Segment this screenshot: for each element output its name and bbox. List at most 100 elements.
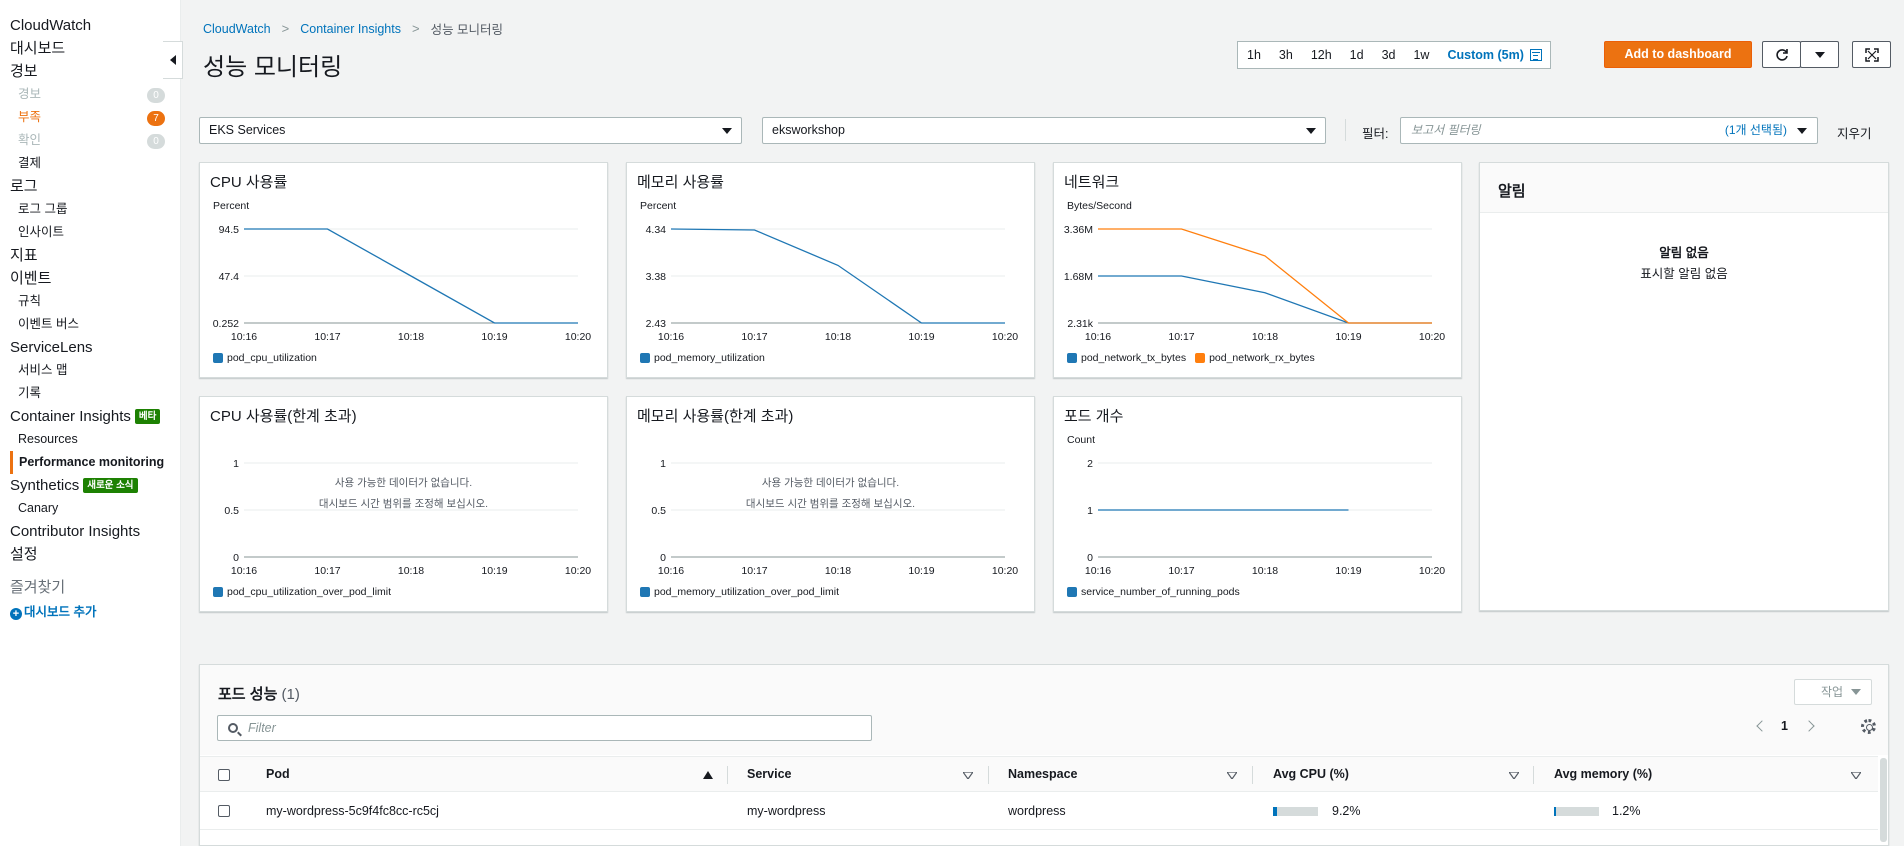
chevron-left-icon[interactable] [1756,720,1768,732]
breadcrumb-cloudwatch[interactable]: CloudWatch [203,22,271,36]
widget-memory-over-limit[interactable]: 메모리 사용률(한계 초과) 0 0.5 1 10:16 10:17 10:18 10:19… [626,396,1035,612]
row-checkbox[interactable] [218,805,230,817]
x-tick-label: 10:18 [398,565,424,577]
column-service[interactable]: Service [747,757,791,792]
legend-item[interactable]: pod_network_tx_bytes [1067,352,1186,364]
time-1h[interactable]: 1h [1238,42,1270,68]
sidebar-item-기록[interactable]: 기록 [0,382,180,405]
x-tick-label: 10:20 [1419,331,1445,343]
sidebar-item-지표[interactable]: 지표 [0,244,180,267]
time-12h[interactable]: 12h [1302,42,1341,68]
sidebar-item-부족[interactable]: 부족 7 [0,106,180,129]
x-tick-label: 10:17 [741,331,767,343]
legend-item[interactable]: pod_cpu_utilization [213,352,317,364]
sidebar-item-이벤트[interactable]: 이벤트 [0,267,180,290]
widget-cpu-over-limit[interactable]: CPU 사용률(한계 초과) 0 0.5 1 10:16 10:17 10:18 10:19… [199,396,608,612]
calendar-icon[interactable] [1529,49,1542,61]
actions-button[interactable]: 작업 [1794,679,1872,705]
sidebar-item-규칙[interactable]: 규칙 [0,290,180,313]
add-to-dashboard-button[interactable]: Add to dashboard [1604,41,1752,68]
refresh-options-button[interactable] [1800,41,1839,68]
time-custom[interactable]: Custom (5m) [1438,42,1527,68]
cluster-value: eksworkshop [772,123,845,137]
legend-item[interactable]: pod_network_rx_bytes [1195,352,1315,364]
column-avg-memory[interactable]: Avg memory (%) [1554,757,1652,792]
sidebar-item-경보[interactable]: 경보 [0,60,180,83]
column-divider [1533,766,1534,784]
collapse-sidebar-button[interactable] [163,41,183,79]
sort-ascending-icon[interactable] [703,771,713,779]
page-number[interactable]: 1 [1781,719,1788,733]
sidebar-item-contributor-insights[interactable]: Contributor Insights [0,520,180,543]
sort-icon[interactable] [1851,772,1861,779]
cluster-select[interactable]: eksworkshop [762,117,1326,144]
widget-cpu-utilization[interactable]: CPU 사용률 Percent 0.252 47.4 94.5 10:16 10:17 1… [199,162,608,378]
widget-memory-utilization[interactable]: 메모리 사용률 Percent 2.43 3.38 4.34 10:16 10:17 10… [626,162,1035,378]
sidebar-item-label: 서비스 맵 [18,363,68,377]
gear-icon[interactable] [1861,719,1876,734]
column-namespace[interactable]: Namespace [1008,757,1078,792]
legend-label: pod_network_tx_bytes [1081,352,1187,364]
sort-icon[interactable] [963,772,973,779]
select-all-checkbox[interactable] [218,769,230,781]
x-tick-label: 10:20 [565,565,591,577]
time-1w[interactable]: 1w [1404,42,1438,68]
filter-label: 필터: [1362,127,1389,141]
time-1d[interactable]: 1d [1341,42,1373,68]
clear-filter-button[interactable]: 지우기 [1837,123,1872,142]
sidebar-item-로그[interactable]: 로그 [0,175,180,198]
breadcrumb-current: 성능 모니터링 [430,23,504,37]
y-tick-label: 2.31k [1067,318,1093,330]
refresh-button[interactable] [1762,41,1801,68]
sort-icon[interactable] [1227,772,1237,779]
time-3d[interactable]: 3d [1373,42,1405,68]
sidebar-item-resources[interactable]: Resources [0,428,180,451]
y-tick-label: 3.36M [1064,224,1093,236]
chevron-right-icon[interactable] [1803,720,1815,732]
sidebar-item-cloudwatch[interactable]: CloudWatch [0,14,180,37]
breadcrumb-container-insights[interactable]: Container Insights [300,22,401,36]
sidebar-item-서비스-맵[interactable]: 서비스 맵 [0,359,180,382]
sidebar-item-label: Container Insights [10,408,131,425]
sidebar-item-확인[interactable]: 확인 0 [0,129,180,152]
pagination: 1 [1756,719,1815,733]
pods-filter-input[interactable]: Filter [217,715,872,741]
sidebar-item-인사이트[interactable]: 인사이트 [0,221,180,244]
legend-item[interactable]: pod_memory_utilization_over_pod_limit [640,586,839,598]
widget-pod-count[interactable]: 포드 개수 Count 0 1 2 10:16 10:17 10:18 10:19 10:20… [1053,396,1462,612]
add-dashboard-link[interactable]: + 대시보드 추가 [0,600,180,624]
sidebar-item-label: 부족 [18,110,42,124]
legend-swatch [640,353,650,363]
legend-item[interactable]: pod_cpu_utilization_over_pod_limit [213,586,391,598]
sidebar-item-이벤트-버스[interactable]: 이벤트 버스 [0,313,180,336]
fullscreen-button[interactable] [1852,41,1891,68]
time-3h[interactable]: 3h [1270,42,1302,68]
sidebar-item-대시보드[interactable]: 대시보드 [0,37,180,60]
column-pod[interactable]: Pod [266,757,290,792]
pod-name[interactable]: my-wordpress-5c9f4fc8cc-rc5cj [266,792,439,830]
report-filter-input[interactable]: 보고서 필터링 (1개 선택됨) [1400,117,1818,144]
no-data-message: 사용 가능한 데이터가 없습니다. [761,477,900,489]
table-scrollbar[interactable] [1880,758,1887,842]
sidebar-item-synthetics[interactable]: Synthetics 새로운 소식 [0,474,180,497]
column-label: Avg memory (%) [1554,767,1653,781]
resource-type-select[interactable]: EKS Services [199,117,742,144]
sidebar-item-경보[interactable]: 경보 0 [0,83,180,106]
x-tick-label: 10:17 [741,565,767,577]
no-data-message: 사용 가능한 데이터가 없습니다. [334,477,473,489]
sidebar-item-servicelens[interactable]: ServiceLens [0,336,180,359]
widget-network[interactable]: 네트워크 Bytes/Second 2.31k 1.68M 3.36M 10:16 10… [1053,162,1462,378]
sidebar-item-label: 설정 [10,546,38,563]
table-row[interactable]: my-wordpress-5c9f4fc8cc-rc5cj my-wordpre… [200,792,1878,830]
column-avg-cpu[interactable]: Avg CPU (%) [1273,757,1349,792]
sidebar-item-container-insights[interactable]: Container Insights 베타 [0,405,180,428]
legend-item[interactable]: service_number_of_running_pods [1067,586,1240,598]
sidebar-item-로그-그룹[interactable]: 로그 그룹 [0,198,180,221]
sidebar-item-performance-monitoring[interactable]: Performance monitoring [10,451,180,474]
sort-icon[interactable] [1509,772,1519,779]
chart-legend: pod_network_tx_bytes pod_network_rx_byte… [1067,352,1324,364]
legend-item[interactable]: pod_memory_utilization [640,352,765,364]
sidebar-item-canary[interactable]: Canary [0,497,180,520]
sidebar-item-설정[interactable]: 설정 [0,543,180,566]
sidebar-item-결제[interactable]: 결제 [0,152,180,175]
